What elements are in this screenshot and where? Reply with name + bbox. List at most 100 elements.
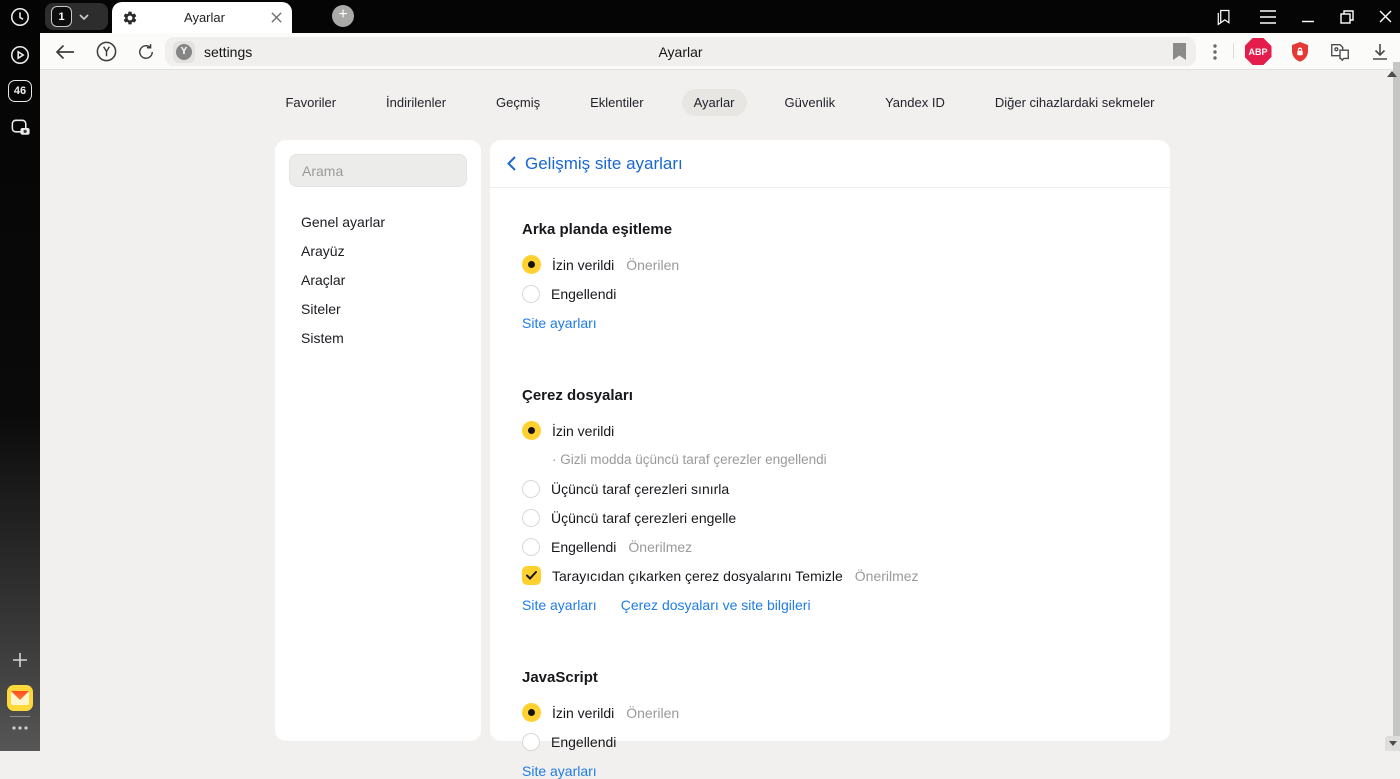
option-label: Engellendi (551, 539, 616, 555)
side-panel-bookmarks-icon[interactable] (1214, 8, 1234, 26)
downloads-icon[interactable] (1363, 33, 1397, 70)
address-more-icon[interactable] (1198, 33, 1232, 70)
nav-tab-gecmis[interactable]: Geçmiş (484, 89, 552, 116)
sidebar-item-araclar[interactable]: Araçlar (289, 266, 467, 295)
rail-divider (10, 716, 30, 717)
checkbox-option[interactable]: Tarayıcıdan çıkarken çerez dosyalarını T… (522, 561, 1138, 590)
nav-tab-eklentiler[interactable]: Eklentiler (578, 89, 655, 116)
address-bar[interactable]: Y settings Ayarlar (165, 37, 1196, 66)
settings-content: Gelişmiş site ayarları Arka planda eşitl… (490, 140, 1170, 741)
nav-tab-diger-cihazlar[interactable]: Diğer cihazlardaki sekmeler (983, 89, 1167, 116)
radio-option[interactable]: Üçüncü taraf çerezleri sınırla (522, 474, 1138, 503)
back-chevron-icon (507, 156, 516, 171)
nav-tab-guvenlik[interactable]: Güvenlik (773, 89, 848, 116)
radio-icon[interactable] (522, 480, 540, 498)
window-restore-icon[interactable] (1340, 10, 1354, 24)
new-tab-button[interactable]: + (332, 5, 354, 27)
section-title: JavaScript (522, 669, 1138, 686)
radio-option[interactable]: Üçüncü taraf çerezleri engelle (522, 503, 1138, 532)
scroll-down-arrow[interactable] (1385, 736, 1400, 751)
rail-more-icon[interactable] (0, 725, 40, 731)
radio-option[interactable]: Engellendi (522, 279, 1138, 308)
option-badge: Önerilen (626, 257, 679, 273)
passwords-keys-icon[interactable] (1323, 33, 1357, 70)
checkbox-checked-icon[interactable] (522, 566, 541, 585)
play-media-icon[interactable] (0, 44, 40, 66)
rail-add-icon[interactable] (0, 651, 40, 669)
radio-checked-icon[interactable] (522, 255, 541, 274)
radio-option[interactable]: Engellendi (522, 727, 1138, 756)
adblock-abp-icon[interactable]: ABP (1241, 33, 1275, 70)
scroll-up-arrow[interactable] (1387, 71, 1397, 77)
radio-icon[interactable] (522, 509, 540, 527)
bookmark-icon[interactable] (1173, 43, 1186, 60)
page-favicon: Y (173, 41, 195, 63)
settings-page: Favoriler İndirilenler Geçmiş Eklentiler… (40, 70, 1400, 751)
tab-close-icon[interactable] (271, 12, 282, 23)
yandex-mail-app-icon[interactable] (0, 685, 40, 711)
url-text: settings (204, 44, 252, 60)
page-scrollbar[interactable] (1393, 62, 1400, 751)
refresh-button[interactable] (129, 33, 163, 70)
back-button[interactable] (48, 33, 82, 70)
toolbar-divider (1233, 43, 1234, 59)
page-title: Gelişmiş site ayarları (525, 154, 683, 174)
protect-shield-icon[interactable] (1283, 33, 1317, 70)
window-close-icon[interactable] (1379, 10, 1392, 23)
section-javascript: JavaScript İzin verildi Önerilen Engelle… (522, 669, 1138, 779)
radio-option[interactable]: İzin verildi (522, 416, 1138, 445)
radio-checked-icon[interactable] (522, 421, 541, 440)
option-label: Tarayıcıdan çıkarken çerez dosyalarını T… (552, 568, 843, 584)
site-settings-link[interactable]: Site ayarları (522, 763, 597, 779)
option-label: Engellendi (551, 734, 616, 750)
radio-icon[interactable] (522, 733, 540, 751)
window-minimize-icon[interactable] (1302, 11, 1315, 23)
side-rail: 46 (0, 0, 40, 751)
section-cookies: Çerez dosyaları İzin verildi · Gizli mod… (522, 387, 1138, 613)
radio-option[interactable]: İzin verildi Önerilen (522, 250, 1138, 279)
titlebar: 1 Ayarlar + (40, 0, 1400, 33)
settings-nav-tabs: Favoriler İndirilenler Geçmiş Eklentiler… (40, 89, 1400, 116)
radio-option[interactable]: İzin verildi Önerilen (522, 698, 1138, 727)
option-label: İzin verildi (552, 257, 614, 273)
history-clock-icon[interactable] (0, 6, 40, 28)
tab-counter-button[interactable]: 1 (45, 3, 108, 30)
nav-tab-favoriler[interactable]: Favoriler (273, 89, 348, 116)
menu-hamburger-icon[interactable] (1259, 10, 1277, 24)
section-title: Arka planda eşitleme (522, 221, 1138, 238)
option-label: Engellendi (551, 286, 616, 302)
option-label: Üçüncü taraf çerezleri sınırla (551, 481, 729, 497)
option-badge: Önerilmez (628, 539, 692, 555)
settings-sidebar: Genel ayarlar Arayüz Araçlar Siteler Sis… (275, 140, 481, 741)
nav-tab-yandex-id[interactable]: Yandex ID (873, 89, 957, 116)
option-note: · Gizli modda üçüncü taraf çerezler enge… (522, 445, 1138, 474)
radio-option[interactable]: Engellendi Önerilmez (522, 532, 1138, 561)
content-header[interactable]: Gelişmiş site ayarları (490, 140, 1170, 188)
sidebar-item-arayuz[interactable]: Arayüz (289, 237, 467, 266)
toolbar: Y settings Ayarlar ABP (40, 33, 1400, 70)
cookies-site-data-link[interactable]: Çerez dosyaları ve site bilgileri (621, 597, 811, 613)
nav-tab-ayarlar[interactable]: Ayarlar (682, 89, 747, 116)
nav-tab-indirilenler[interactable]: İndirilenler (374, 89, 458, 116)
chevron-down-icon (79, 14, 89, 20)
radio-icon[interactable] (522, 285, 540, 303)
search-input[interactable] (289, 154, 467, 187)
sidebar-item-sistem[interactable]: Sistem (289, 324, 467, 353)
option-label: İzin verildi (552, 423, 614, 439)
option-label: Üçüncü taraf çerezleri engelle (551, 510, 736, 526)
radio-icon[interactable] (522, 538, 540, 556)
radio-checked-icon[interactable] (522, 703, 541, 722)
tab-counter-value: 1 (51, 6, 72, 27)
option-badge: Önerilmez (855, 568, 919, 584)
sidebar-item-siteler[interactable]: Siteler (289, 295, 467, 324)
screenshot-icon[interactable] (0, 116, 40, 139)
site-settings-link[interactable]: Site ayarları (522, 315, 597, 331)
sidebar-item-genel-ayarlar[interactable]: Genel ayarlar (289, 208, 467, 237)
yandex-home-button[interactable] (89, 33, 123, 70)
option-label: İzin verildi (552, 705, 614, 721)
tab-count-badge[interactable]: 46 (0, 80, 40, 102)
section-title: Çerez dosyaları (522, 387, 1138, 404)
browser-tab[interactable]: Ayarlar (112, 2, 292, 33)
site-settings-link[interactable]: Site ayarları (522, 597, 597, 613)
tab-title: Ayarlar (138, 10, 271, 25)
